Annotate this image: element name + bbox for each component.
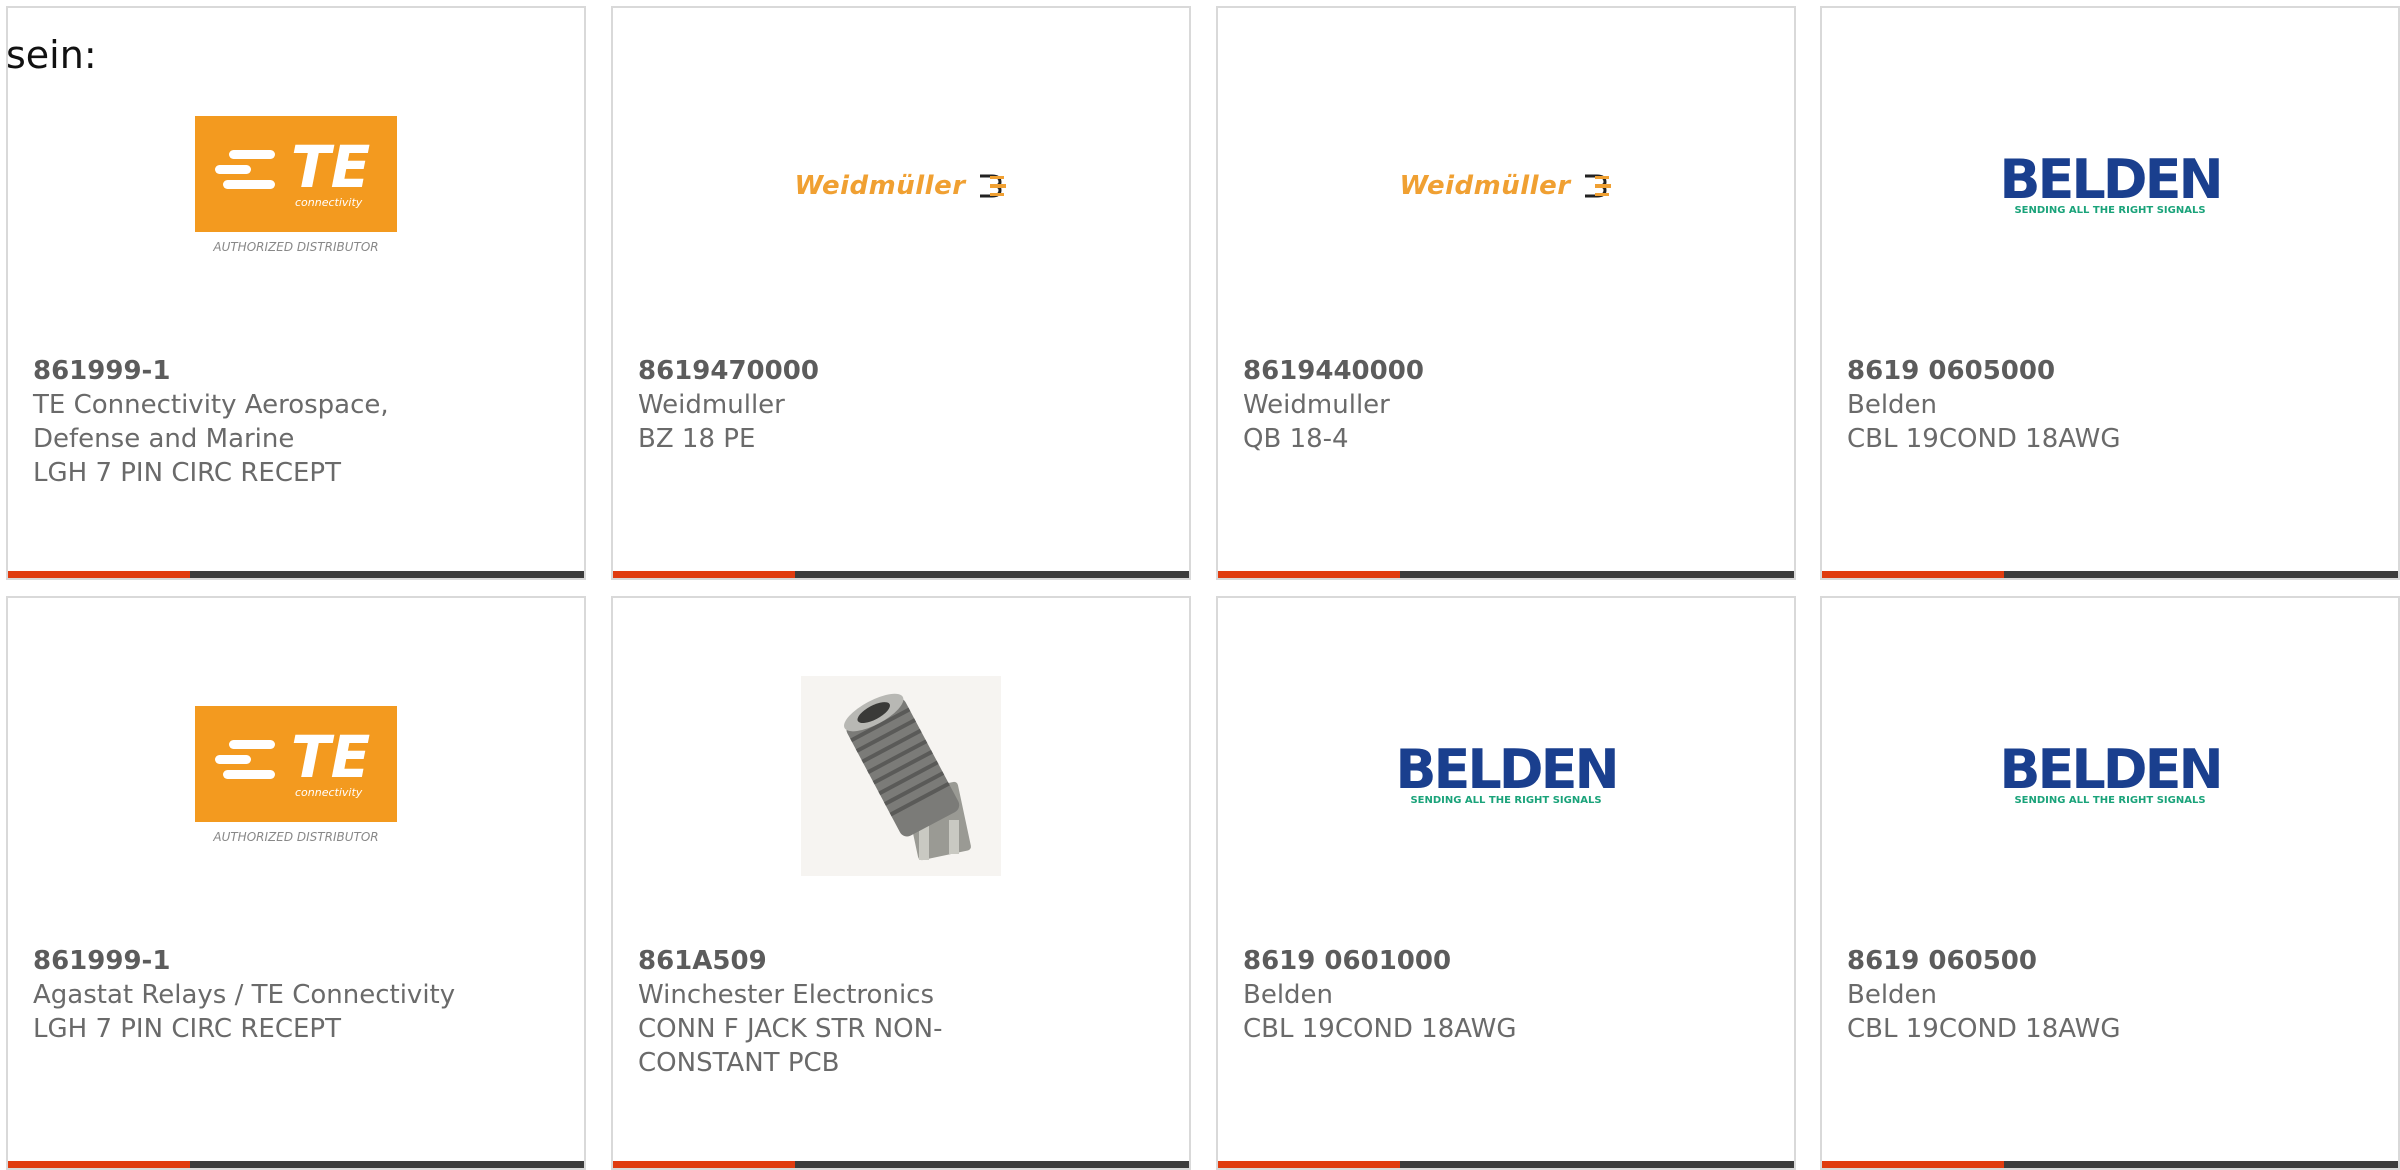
description: CONN F JACK STR NON-CONSTANT PCB	[638, 1014, 943, 1078]
card-footer-bar	[613, 1161, 1189, 1168]
card-footer-bar	[1218, 571, 1794, 578]
description: QB 18-4	[1243, 424, 1349, 454]
manufacturer: TE Connectivity Aerospace, Defense and M…	[33, 390, 389, 454]
description: CBL 19COND 18AWG	[1847, 424, 2121, 454]
product-card[interactable]: TE connectivity AUTHORIZED DISTRIBUTOR 8…	[6, 596, 586, 1170]
card-footer-bar	[613, 571, 1189, 578]
weidmuller-logo: Weidmüller	[794, 106, 1006, 266]
belden-logo: BELDEN SENDING ALL THE RIGHT SIGNALS	[1395, 738, 1619, 807]
part-number[interactable]: 8619 0605000	[1847, 354, 2378, 388]
product-card[interactable]: BELDEN SENDING ALL THE RIGHT SIGNALS 861…	[1820, 6, 2400, 580]
connector-photo	[799, 676, 1003, 876]
belden-logo: BELDEN SENDING ALL THE RIGHT SIGNALS	[1999, 148, 2223, 217]
card-footer-bar	[8, 571, 584, 578]
description: LGH 7 PIN CIRC RECEPT	[33, 1014, 341, 1044]
part-number[interactable]: 8619470000	[638, 354, 1169, 388]
manufacturer: Weidmuller	[1243, 390, 1390, 420]
card-footer-bar	[8, 1161, 584, 1168]
manufacturer: Winchester Electronics	[638, 980, 935, 1010]
manufacturer: Agastat Relays / TE Connectivity	[33, 980, 456, 1010]
te-logo: TE connectivity AUTHORIZED DISTRIBUTOR	[194, 696, 398, 856]
manufacturer: Belden	[1847, 980, 1938, 1010]
weidmuller-logo: Weidmüller	[1399, 106, 1611, 266]
part-number[interactable]: 8619440000	[1243, 354, 1774, 388]
manufacturer: Belden	[1847, 390, 1938, 420]
te-logo: TE connectivity AUTHORIZED DISTRIBUTOR	[194, 106, 398, 266]
manufacturer: Weidmuller	[638, 390, 785, 420]
description: CBL 19COND 18AWG	[1847, 1014, 2121, 1044]
product-card[interactable]: BELDEN SENDING ALL THE RIGHT SIGNALS 861…	[1216, 596, 1796, 1170]
belden-logo: BELDEN SENDING ALL THE RIGHT SIGNALS	[1999, 738, 2223, 807]
product-card[interactable]: TE connectivity AUTHORIZED DISTRIBUTOR 8…	[6, 6, 586, 580]
description: LGH 7 PIN CIRC RECEPT	[33, 458, 341, 488]
card-footer-bar	[1822, 571, 2398, 578]
manufacturer: Belden	[1243, 980, 1334, 1010]
part-number[interactable]: 8619 060500	[1847, 944, 2378, 978]
card-footer-bar	[1218, 1161, 1794, 1168]
intro-text: sein:	[6, 33, 97, 77]
part-number[interactable]: 8619 0601000	[1243, 944, 1774, 978]
product-card[interactable]: Weidmüller 8619440000 Weidmuller QB 18-4	[1216, 6, 1796, 580]
product-card[interactable]: Weidmüller 8619470000 Weidmuller BZ 18 P…	[611, 6, 1191, 580]
part-number[interactable]: 861999-1	[33, 354, 564, 388]
part-number[interactable]: 861999-1	[33, 944, 564, 978]
card-footer-bar	[1822, 1161, 2398, 1168]
product-card[interactable]: 861A509 Winchester Electronics CONN F JA…	[611, 596, 1191, 1170]
part-number[interactable]: 861A509	[638, 944, 1169, 978]
description: CBL 19COND 18AWG	[1243, 1014, 1517, 1044]
product-card[interactable]: BELDEN SENDING ALL THE RIGHT SIGNALS 861…	[1820, 596, 2400, 1170]
description: BZ 18 PE	[638, 424, 756, 454]
